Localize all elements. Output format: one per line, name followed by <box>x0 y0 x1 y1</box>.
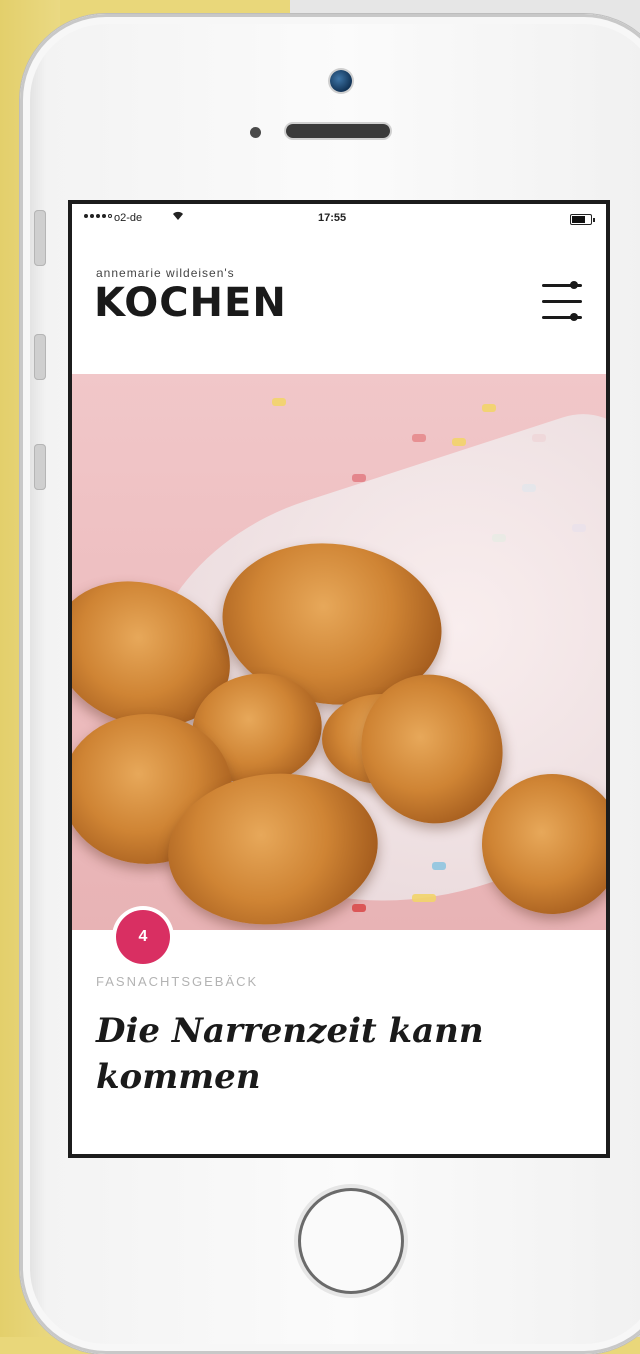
wifi-icon <box>172 211 184 224</box>
confetti-piece <box>452 438 466 446</box>
home-button[interactable] <box>298 1188 404 1294</box>
confetti-piece <box>482 404 496 412</box>
article-number-badge: 4 <box>116 910 170 964</box>
signal-strength-icon <box>84 214 112 218</box>
phone-screen: o2-de 17:55 annemarie wildeisen's KOCHEN <box>68 200 610 1158</box>
status-bar: o2-de 17:55 <box>72 204 606 236</box>
volume-up-button <box>34 334 46 380</box>
status-time: 17:55 <box>318 212 347 224</box>
brand-subtitle: annemarie wildeisen's <box>96 266 235 280</box>
confetti-piece <box>432 862 446 870</box>
confetti-piece <box>352 904 366 912</box>
hero-image[interactable] <box>72 374 606 930</box>
app-header: annemarie wildeisen's KOCHEN <box>72 236 606 374</box>
battery-icon <box>570 214 595 225</box>
settings-sliders-icon[interactable] <box>542 278 582 328</box>
brand-logo[interactable]: KOCHEN <box>94 280 287 326</box>
proximity-sensor <box>250 127 261 138</box>
front-camera <box>330 70 352 92</box>
carrier-label: o2-de <box>114 212 143 224</box>
confetti-piece <box>272 398 286 406</box>
volume-down-button <box>34 444 46 490</box>
article-title[interactable]: Die Narrenzeit kann kommen <box>96 1009 576 1101</box>
mute-switch <box>34 210 46 266</box>
article-category[interactable]: FASNACHTSGEBÄCK <box>96 974 258 989</box>
confetti-piece <box>412 434 426 442</box>
earpiece-speaker <box>286 124 390 138</box>
confetti-piece <box>412 894 436 902</box>
